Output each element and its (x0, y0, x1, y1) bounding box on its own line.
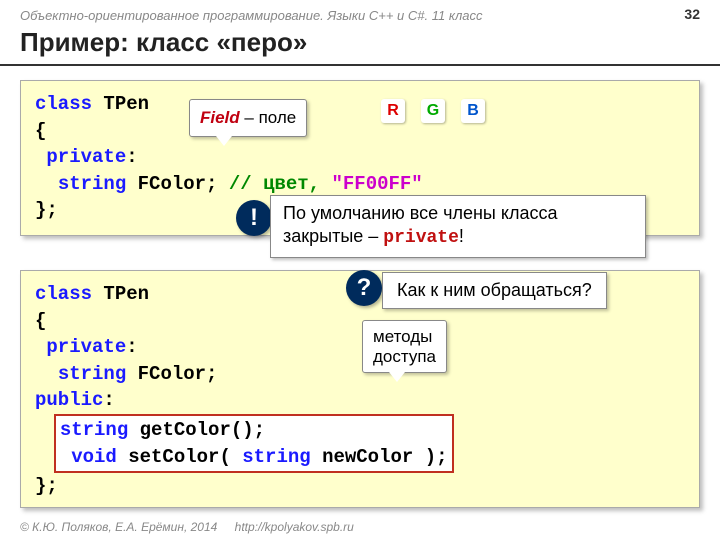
r-badge: R (381, 99, 405, 123)
page-number: 32 (684, 6, 700, 22)
b-badge: B (461, 99, 485, 123)
copyright: © К.Ю. Поляков, Е.А. Ерёмин, 2014 (20, 520, 217, 534)
field-callout: Field – поле (189, 99, 307, 137)
breadcrumb: Объектно-ориентированное программировани… (0, 0, 720, 27)
question-note: Как к ним обращаться? (382, 272, 607, 309)
page-title: Пример: класс «перо» (0, 27, 720, 66)
question-icon: ? (346, 270, 382, 306)
access-callout: методы доступа (362, 320, 447, 373)
bang-note: По умолчанию все члены класса закрытые –… (270, 195, 646, 258)
bang-icon: ! (236, 200, 272, 236)
footer: © К.Ю. Поляков, Е.А. Ерёмин, 2014 http:/… (20, 520, 354, 534)
footer-url: http://kpolyakov.spb.ru (235, 520, 354, 534)
g-badge: G (421, 99, 445, 123)
